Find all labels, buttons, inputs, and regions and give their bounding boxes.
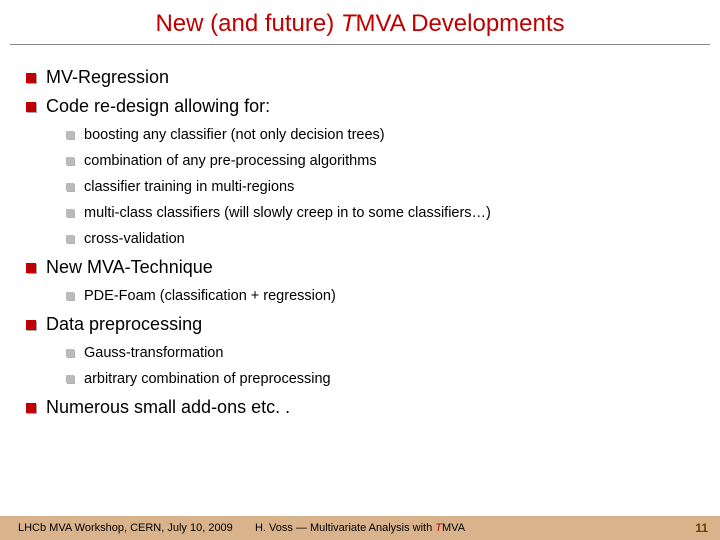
footer-left: LHCb MVA Workshop, CERN, July 10, 2009 <box>18 522 233 534</box>
footer-center-post: MVA <box>442 522 465 534</box>
list-item: classifier training in multi-regions <box>46 179 700 195</box>
list-item: combination of any pre-processing algori… <box>46 153 700 169</box>
footer-t-letter: T <box>435 522 442 534</box>
footer-center-pre: H. Voss ― Multivariate Analysis with <box>255 522 435 534</box>
list-item: cross-validation <box>46 231 700 247</box>
bullet-label: New MVA-Technique <box>46 257 213 277</box>
sub-list: PDE-Foam (classification + regression) <box>46 288 700 304</box>
list-item-label: cross-validation <box>84 231 185 247</box>
list-item-label: Gauss-transformation <box>84 345 223 361</box>
bullet-label: MV-Regression <box>46 67 169 87</box>
slide-number: 11 <box>695 521 708 535</box>
bullet-numerous-addons: Numerous small add-ons etc. . <box>20 397 700 418</box>
list-item-label: arbitrary combination of preprocessing <box>84 371 331 387</box>
bullet-label: Code re-design allowing for: <box>46 96 270 116</box>
bullet-label: Numerous small add-ons etc. . <box>46 397 290 417</box>
bullet-mv-regression: MV-Regression <box>20 67 700 88</box>
slide-title: New (and future) TMVA Developments <box>155 10 564 37</box>
list-item: arbitrary combination of preprocessing <box>46 371 700 387</box>
list-item: Gauss-transformation <box>46 345 700 361</box>
list-item-label: classifier training in multi-regions <box>84 179 294 195</box>
sub-list: Gauss-transformation arbitrary combinati… <box>46 345 700 387</box>
content-area: MV-Regression Code re-design allowing fo… <box>0 45 720 418</box>
sub-list: boosting any classifier (not only decisi… <box>46 127 700 247</box>
list-item-label: combination of any pre-processing algori… <box>84 153 377 169</box>
list-item-label: PDE-Foam (classification + regression) <box>84 288 336 304</box>
list-item-label: multi-class classifiers (will slowly cre… <box>84 205 491 221</box>
title-bar: New (and future) TMVA Developments <box>10 0 710 45</box>
list-item-label: boosting any classifier (not only decisi… <box>84 127 385 143</box>
list-item: multi-class classifiers (will slowly cre… <box>46 205 700 221</box>
list-item: boosting any classifier (not only decisi… <box>46 127 700 143</box>
title-t-letter: T <box>341 10 356 37</box>
bullet-new-mva-technique: New MVA-Technique PDE-Foam (classificati… <box>20 257 700 304</box>
title-pre: New (and future) <box>155 10 340 37</box>
bullet-label: Data preprocessing <box>46 314 202 334</box>
footer-bar: LHCb MVA Workshop, CERN, July 10, 2009 H… <box>0 516 720 540</box>
slide: { "title": { "pre": "New (and future) ",… <box>0 0 720 540</box>
list-item: PDE-Foam (classification + regression) <box>46 288 700 304</box>
bullet-list: MV-Regression Code re-design allowing fo… <box>20 67 700 418</box>
title-post: MVA Developments <box>356 10 565 37</box>
bullet-data-preprocessing: Data preprocessing Gauss-transformation … <box>20 314 700 387</box>
bullet-code-redesign: Code re-design allowing for: boosting an… <box>20 96 700 247</box>
